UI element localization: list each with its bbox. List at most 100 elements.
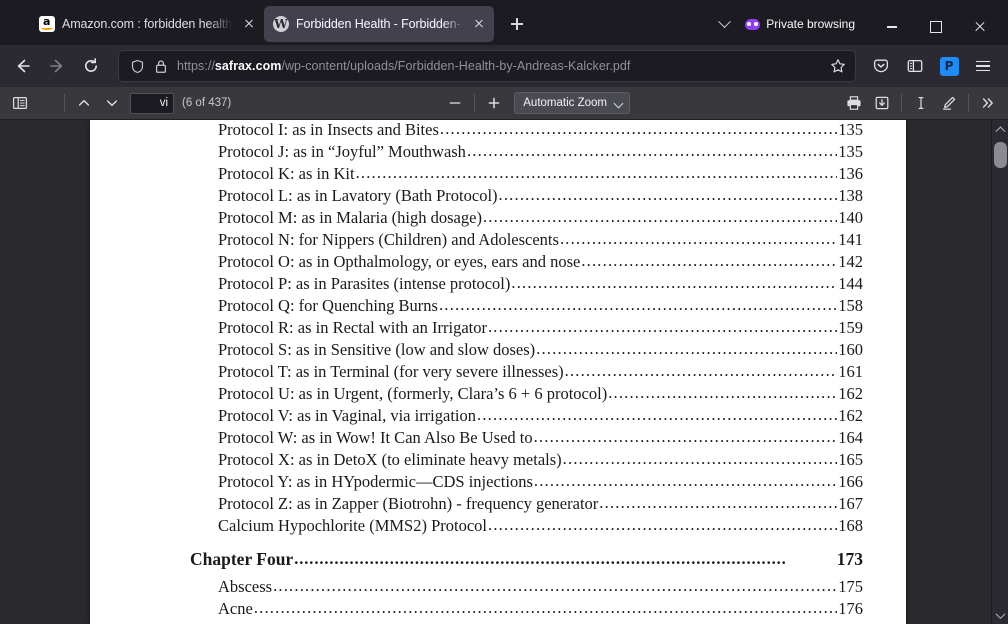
pdf-sidebar-toggle-button[interactable]	[6, 91, 34, 116]
toc-entry-text: Protocol Y: as in HYpodermic—CDS injecti…	[218, 472, 533, 491]
pdf-viewer-area[interactable]: Protocol H: as in Hepatitis ............…	[0, 120, 1008, 624]
zoom-in-button[interactable]	[480, 91, 508, 116]
toc-entry-text: Protocol U: as in Urgent, (formerly, Cla…	[218, 384, 608, 403]
private-browsing-indicator: Private browsing	[738, 11, 864, 37]
leader-dots: ........................................…	[562, 449, 838, 468]
zoom-out-button[interactable]	[441, 91, 469, 116]
minimize-window-button[interactable]	[870, 9, 914, 45]
leader-dots: ........................................…	[581, 251, 837, 270]
reload-icon	[85, 58, 97, 72]
page-scrollbar[interactable]	[991, 120, 1008, 624]
toc-entry-page: 136	[838, 164, 863, 183]
scroll-down-button[interactable]	[992, 607, 1008, 624]
toc-entry-page: 165	[838, 450, 863, 469]
leader-dots: ........................................…	[536, 339, 838, 358]
toc-entry: Protocol S: as in Sensitive (low and slo…	[90, 339, 906, 362]
toc-entry: Protocol X: as in DetoX (to eliminate he…	[90, 449, 906, 472]
toc-entry-list: Protocol I: as in Insects and Bites.....…	[90, 120, 906, 538]
save-to-pocket-button[interactable]	[864, 50, 898, 82]
scroll-up-button[interactable]	[992, 120, 1008, 137]
leader-dots: ........................................…	[511, 273, 837, 292]
browser-tab-forbidden-health[interactable]: W Forbidden Health - Forbidden-H	[264, 6, 494, 42]
reload-button[interactable]	[74, 50, 108, 82]
next-page-button[interactable]	[98, 91, 126, 116]
padlock-icon[interactable]	[153, 58, 169, 74]
leader-dots: ........................................…	[355, 163, 838, 182]
sidebar-toggle-button[interactable]	[898, 50, 932, 82]
print-icon	[847, 96, 861, 110]
toc-entry: Protocol P: as in Parasites (intense pro…	[90, 273, 906, 296]
close-tab-icon[interactable]	[470, 15, 488, 33]
toc-spacer	[90, 538, 906, 549]
page-count-label: (6 of 437)	[182, 97, 232, 109]
url-text[interactable]: https://safrax.com/wp-content/uploads/Fo…	[177, 59, 821, 73]
toc-entry-text: Protocol V: as in Vaginal, via irrigatio…	[218, 406, 477, 425]
url-bar[interactable]: https://safrax.com/wp-content/uploads/Fo…	[118, 50, 856, 82]
chevron-up-icon	[995, 126, 1006, 137]
toc-entry-text: Protocol I: as in Insects and Bites	[218, 120, 439, 139]
text-cursor-icon	[918, 96, 924, 109]
toc-entry-text: Protocol O: as in Opthalmology, or eyes,…	[218, 252, 581, 271]
toc-entry-text: Protocol Z: as in Zapper (Biotrohn) - fr…	[218, 494, 599, 513]
new-tab-button[interactable]	[502, 9, 532, 39]
table-of-contents: Protocol H: as in Hepatitis ............…	[90, 120, 906, 624]
pocket-icon	[873, 59, 889, 73]
highlight-tool-button[interactable]	[935, 91, 963, 116]
toc-entry-page: 144	[838, 274, 863, 293]
previous-page-button[interactable]	[70, 91, 98, 116]
toc-entry-text: Abscess	[218, 577, 273, 596]
wordpress-favicon: W	[273, 16, 289, 32]
toc-entry-text: Protocol K: as in Kit	[218, 164, 355, 183]
save-download-button[interactable]	[868, 91, 896, 116]
app-menu-button[interactable]	[966, 50, 1000, 82]
toggle-sidebar-icon	[12, 96, 28, 110]
toc-entry-page: 160	[838, 340, 863, 359]
bookmark-star-icon[interactable]	[829, 58, 847, 74]
leader-dots: ........................................…	[533, 427, 838, 446]
window-controls	[870, 9, 1002, 45]
url-host: safrax.com	[214, 59, 282, 73]
leader-dots: ........................................…	[253, 598, 837, 617]
chevron-up-icon	[78, 99, 90, 106]
toolbar-divider	[968, 94, 969, 112]
maximize-window-button[interactable]	[914, 9, 958, 45]
download-icon	[875, 96, 889, 110]
toc-entry: Protocol O: as in Opthalmology, or eyes,…	[90, 251, 906, 274]
toc-entry-page: 166	[838, 472, 863, 491]
toc-entry-page: 168	[838, 516, 863, 535]
toc-entry: Protocol Q: for Quenching Burns.........…	[90, 295, 906, 318]
toolbar-divider	[64, 94, 65, 112]
zoom-level-select[interactable]: Automatic Zoom	[514, 92, 630, 114]
proton-pass-extension-button[interactable]: P	[932, 50, 966, 82]
toc-entry-text: Protocol S: as in Sensitive (low and slo…	[218, 340, 536, 359]
shield-icon[interactable]	[129, 58, 145, 74]
scrollbar-thumb[interactable]	[994, 142, 1007, 168]
toc-entry-page: 176	[838, 599, 863, 618]
chevron-down-icon	[613, 98, 624, 109]
toc-entry: Protocol K: as in Kit...................…	[90, 163, 906, 186]
more-tools-button[interactable]	[974, 91, 1002, 116]
close-tab-icon[interactable]	[240, 15, 258, 33]
forward-button[interactable]	[40, 50, 74, 82]
highlight-pen-icon	[942, 96, 956, 110]
minus-icon	[449, 102, 461, 104]
toc-entry-page: 135	[838, 142, 863, 161]
list-all-tabs-button[interactable]	[710, 10, 738, 38]
pdf-page: Protocol H: as in Hepatitis ............…	[90, 120, 906, 624]
toc-entry-page: 138	[838, 186, 863, 205]
close-window-button[interactable]	[958, 9, 1002, 45]
browser-tab-amazon[interactable]: a Amazon.com : forbidden health	[30, 6, 264, 42]
print-button[interactable]	[840, 91, 868, 116]
toc-entry-text: Calcium Hypochlorite (MMS2) Protocol	[218, 516, 488, 535]
leader-dots: ........................................…	[599, 493, 838, 512]
leader-dots: ........................................…	[273, 576, 838, 595]
hamburger-menu-icon	[976, 60, 990, 72]
text-selection-tool-button[interactable]	[907, 91, 935, 116]
toc-entry-page: 159	[838, 318, 863, 337]
back-button[interactable]	[6, 50, 40, 82]
page-number-input[interactable]: vi	[130, 92, 174, 114]
toc-entry-page: 142	[838, 252, 863, 271]
leader-dots: ........................................…	[294, 549, 787, 568]
chevron-down-icon	[995, 609, 1006, 620]
leader-dots: ........................................…	[466, 141, 837, 160]
